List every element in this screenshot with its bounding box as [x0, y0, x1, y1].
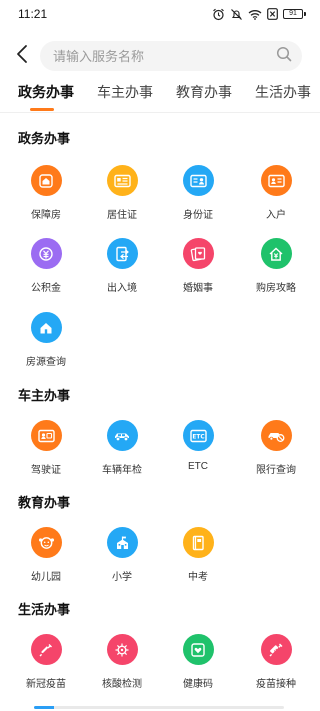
category-tabs: 政务办事 车主办事 教育办事 生活办事 — [0, 80, 320, 112]
section-title-car-owner: 车主办事 — [18, 388, 71, 403]
primary-school-icon — [106, 527, 138, 558]
service-item-label: 驾驶证 — [31, 465, 61, 476]
tab-life[interactable]: 生活办事 — [255, 82, 311, 102]
service-item-label: 车辆年检 — [102, 465, 142, 476]
service-item-exit-entry[interactable]: 出入境 — [86, 238, 158, 294]
search-row — [0, 40, 320, 72]
service-item-kindergarten[interactable]: 幼儿园 — [10, 527, 82, 583]
service-item-marriage[interactable]: 婚姻事 — [162, 238, 234, 294]
battery-level: 91 — [283, 9, 303, 19]
service-item-vaccination[interactable]: 疫苗接种 — [240, 634, 312, 690]
service-item-label: 中考 — [188, 572, 208, 583]
service-item-primary-school[interactable]: 小学 — [86, 527, 158, 583]
service-item-label: ETC — [188, 461, 208, 472]
marriage-icon — [182, 238, 214, 269]
service-item-housing-fund[interactable]: 公积金 — [10, 238, 82, 294]
id-card-icon — [182, 165, 214, 196]
service-item-label: 疫苗接种 — [256, 679, 296, 690]
house-purchase-icon — [260, 238, 292, 269]
mute-bell-icon — [230, 8, 243, 21]
household-register-icon — [260, 165, 292, 196]
service-item-label: 新冠疫苗 — [26, 679, 66, 690]
search-input[interactable] — [53, 48, 253, 64]
service-item-etc[interactable]: ETC ETC — [162, 420, 234, 472]
service-item-high-school-exam[interactable]: 中考 — [162, 527, 234, 583]
chevron-left-icon — [16, 44, 28, 69]
service-item-label: 公积金 — [31, 283, 61, 294]
search-bar[interactable] — [40, 41, 302, 71]
service-item-label: 房源查询 — [26, 357, 66, 368]
section-title-education: 教育办事 — [18, 495, 71, 510]
service-item-house-search[interactable]: 房源查询 — [10, 312, 82, 368]
tab-government[interactable]: 政务办事 — [18, 82, 74, 102]
exit-entry-icon — [106, 238, 138, 269]
tab-education[interactable]: 教育办事 — [176, 82, 232, 102]
service-item-covid-vaccine[interactable]: 新冠疫苗 — [10, 634, 82, 690]
service-item-label: 身份证 — [183, 210, 213, 221]
section-title-government: 政务办事 — [18, 131, 71, 146]
service-item-residence-permit[interactable]: 居住证 — [86, 165, 158, 221]
service-item-nucleic-acid-test[interactable]: 核酸检测 — [86, 634, 158, 690]
wifi-icon — [248, 9, 262, 20]
house-shield-icon — [30, 165, 62, 196]
nucleic-acid-test-icon — [106, 634, 138, 665]
service-item-traffic-restriction[interactable]: 限行查询 — [240, 420, 312, 476]
health-code-icon — [182, 634, 214, 665]
residence-card-icon — [106, 165, 138, 196]
tab-car-owner[interactable]: 车主办事 — [97, 82, 153, 102]
service-item-label: 核酸检测 — [102, 679, 142, 690]
service-item-household-register[interactable]: 入户 — [240, 165, 312, 221]
service-item-label: 出入境 — [107, 283, 137, 294]
status-icons: 91 — [212, 8, 306, 21]
svg-text:ETC: ETC — [192, 434, 204, 440]
vehicle-inspection-icon — [106, 420, 138, 451]
battery-icon: 91 — [283, 9, 306, 19]
status-time: 11:21 — [18, 7, 48, 21]
service-item-label: 居住证 — [107, 210, 137, 221]
service-item-health-code[interactable]: 健康码 — [162, 634, 234, 690]
house-search-icon — [30, 312, 62, 343]
service-item-label: 限行查询 — [256, 465, 296, 476]
service-item-affordable-housing[interactable]: 保障房 — [10, 165, 82, 221]
service-item-vehicle-inspection[interactable]: 车辆年检 — [86, 420, 158, 476]
driver-license-icon — [30, 420, 62, 451]
horizontal-scroll-indicator — [34, 706, 284, 709]
vaccination-icon — [260, 634, 292, 665]
service-item-label: 小学 — [112, 572, 132, 583]
kindergarten-icon — [30, 527, 62, 558]
service-item-id-card[interactable]: 身份证 — [162, 165, 234, 221]
service-item-label: 购房攻略 — [256, 283, 296, 294]
service-item-label: 入户 — [266, 210, 286, 221]
tabs-divider — [0, 112, 320, 113]
service-item-label: 健康码 — [183, 679, 213, 690]
back-button[interactable] — [0, 40, 40, 72]
no-sim-icon — [267, 8, 278, 20]
exam-book-icon — [182, 527, 214, 558]
search-icon[interactable] — [276, 46, 292, 67]
service-item-label: 幼儿园 — [31, 572, 61, 583]
etc-icon: ETC — [182, 420, 214, 451]
service-item-label: 保障房 — [31, 210, 61, 221]
active-tab-indicator — [30, 108, 54, 111]
covid-vaccine-icon — [30, 634, 62, 665]
housing-fund-icon — [30, 238, 62, 269]
service-item-label: 婚姻事 — [183, 283, 213, 294]
service-item-driver-license[interactable]: 驾驶证 — [10, 420, 82, 476]
service-item-house-purchase-guide[interactable]: 购房攻略 — [240, 238, 312, 294]
status-bar: 11:21 91 — [0, 0, 320, 28]
alarm-icon — [212, 8, 225, 21]
section-title-life: 生活办事 — [18, 602, 71, 617]
traffic-restriction-icon — [260, 420, 292, 451]
